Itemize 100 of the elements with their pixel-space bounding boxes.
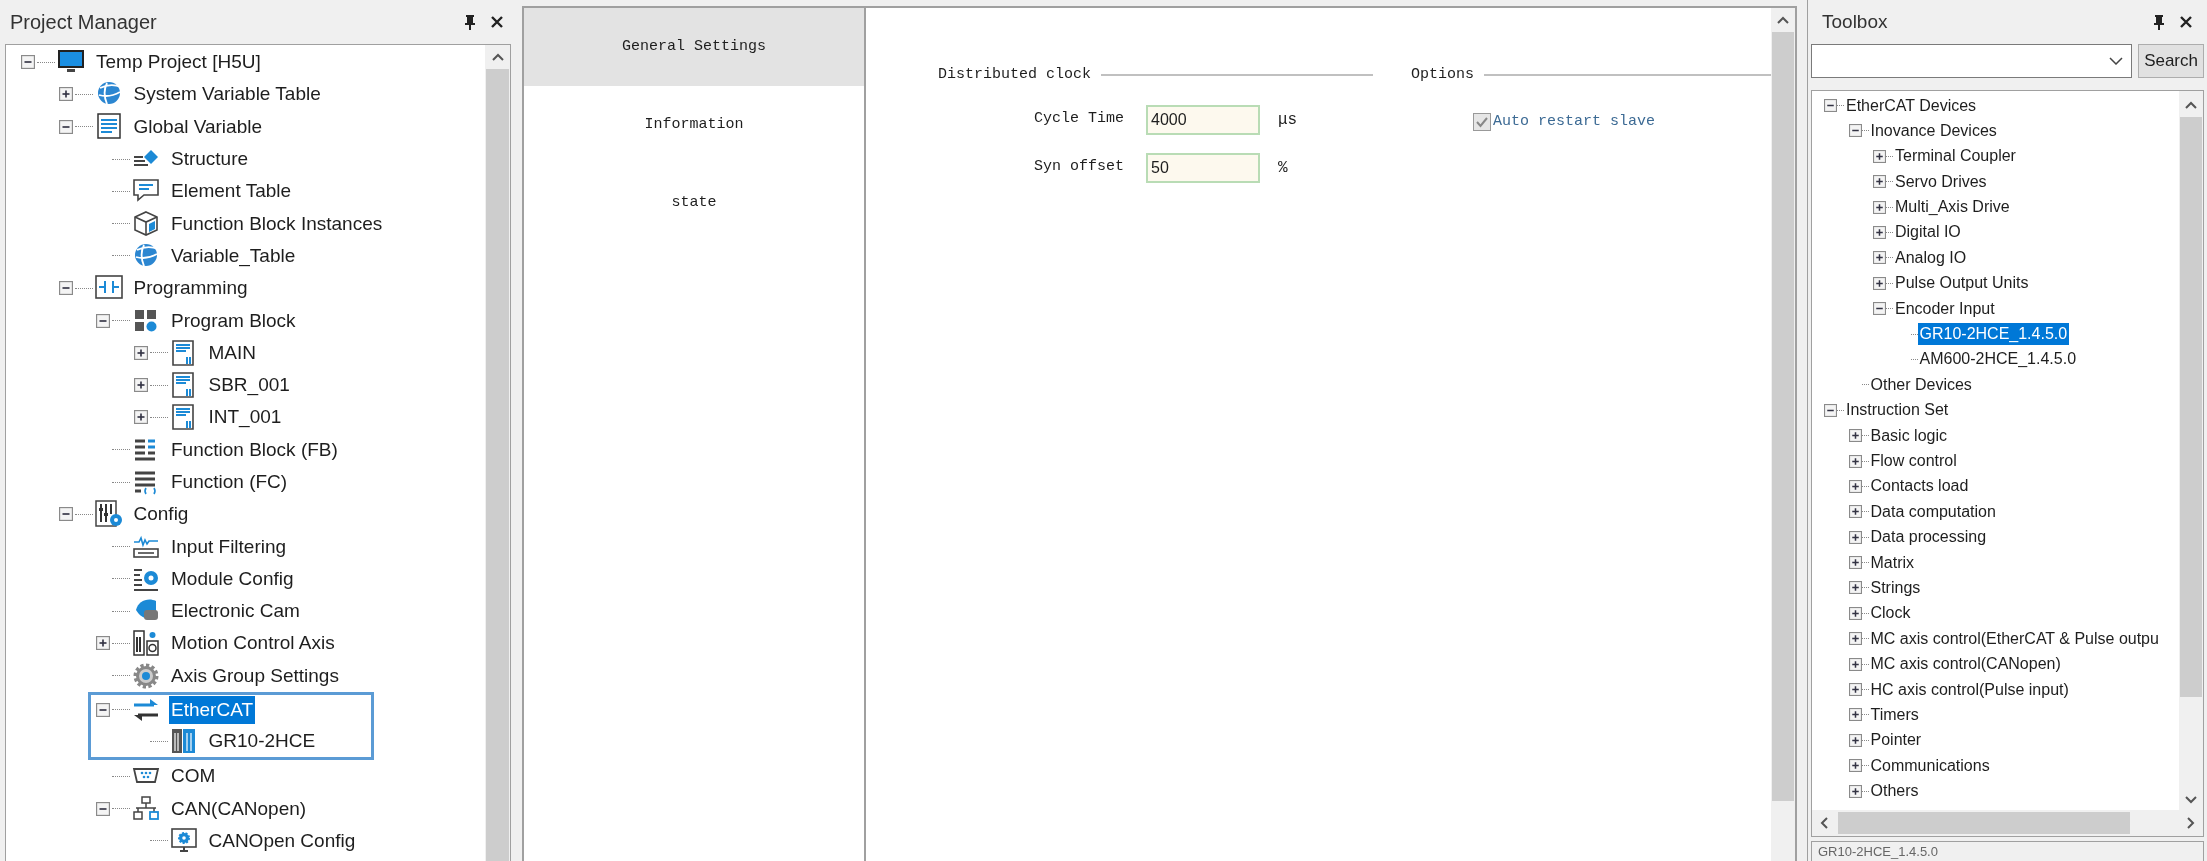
tree-item[interactable]: Instruction Set [1844,399,1951,422]
expand-toggle[interactable] [133,378,148,393]
collapse-toggle[interactable] [1824,403,1837,417]
tree-item[interactable]: Element Table [169,177,294,206]
tree-item[interactable]: Contacts load [1868,475,1971,498]
text-field[interactable]: 50 [1146,152,1260,183]
tree-item[interactable]: Timers [1868,703,1921,726]
scroll-left-icon[interactable] [1820,817,1828,830]
expand-toggle[interactable] [1848,708,1862,722]
tree-item[interactable]: Strings [1868,576,1923,599]
scrollbar-thumb[interactable] [2180,116,2202,697]
tree-item[interactable]: MC axis control(CANopen) [1868,653,2063,676]
tree-item[interactable]: Function (FC) [169,468,290,496]
expand-toggle[interactable] [1848,657,1862,671]
scroll-right-icon[interactable] [2187,817,2195,830]
expand-toggle[interactable] [133,345,148,360]
tree-item[interactable]: COM [169,762,218,791]
expand-toggle[interactable] [1873,175,1886,189]
search-button[interactable]: Search [2138,43,2204,78]
expand-toggle[interactable] [133,410,148,425]
expand-toggle[interactable] [1873,251,1886,265]
expand-toggle[interactable] [1848,556,1862,570]
tree-item[interactable]: Programming [131,274,250,303]
tree-item[interactable]: EtherCAT [169,695,255,724]
collapse-toggle[interactable] [21,55,35,70]
tree-item[interactable]: Structure [169,145,251,174]
scroll-up-icon[interactable] [491,53,504,61]
expand-toggle[interactable] [1848,454,1862,468]
search-combobox[interactable] [1811,43,2133,78]
tree-item[interactable]: Data processing [1868,526,1989,549]
expand-toggle[interactable] [1873,149,1886,163]
expand-toggle[interactable] [1848,429,1862,443]
expand-toggle[interactable] [1848,479,1862,493]
tree-item[interactable]: AM600-2HCE_1.4.5.0 [1917,348,2079,371]
expand-toggle[interactable] [1848,632,1862,646]
tree-item[interactable]: Axis Group Settings [169,661,341,690]
expand-toggle[interactable] [1848,683,1862,696]
tree-item[interactable]: Matrix [1868,551,1917,574]
text-field[interactable]: 4000 [1146,104,1260,135]
tree-item[interactable]: Module Config [169,564,296,593]
pin-icon[interactable] [464,14,476,30]
collapse-toggle[interactable] [96,313,110,328]
tree-item[interactable]: SBR_001 [206,371,292,400]
tree-item[interactable]: INT_001 [206,403,284,432]
tree-item[interactable]: Electronic Cam [169,597,302,626]
scroll-up-icon[interactable] [2185,100,2197,109]
scroll-up-icon[interactable] [1777,16,1789,24]
tree-item[interactable]: Input Filtering [169,532,289,561]
expand-toggle[interactable] [1848,733,1862,747]
tree-item[interactable]: Config [131,500,191,529]
tree-item[interactable]: Terminal Coupler [1893,145,2018,168]
expand-toggle[interactable] [1873,200,1886,214]
tree-item[interactable]: Pointer [1868,729,1924,752]
tree-item[interactable]: Others [1868,780,1921,803]
tree-item[interactable]: MAIN [206,338,258,367]
tree-item[interactable]: MC axis control(EtherCAT & Pulse outpu [1868,627,2161,650]
tree-item[interactable]: Servo Drives [1893,170,1989,193]
tree-item[interactable]: HC axis control(Pulse input) [1868,678,2071,701]
tree-item[interactable]: Other Devices [1868,373,1974,396]
tree-item[interactable]: Global Variable [131,112,264,141]
expand-toggle[interactable] [1873,226,1886,239]
tree-item[interactable]: Motion Control Axis [169,629,337,658]
horizontal-scrollbar[interactable] [1812,810,2203,837]
tree-item[interactable]: Encoder Input [1893,297,1997,320]
tree-item[interactable]: Function Block Instances [169,209,385,238]
collapse-toggle[interactable] [1848,124,1862,138]
expand-toggle[interactable] [1848,505,1862,519]
collapse-toggle[interactable] [96,801,110,816]
tree-item[interactable]: Analog IO [1893,246,1969,269]
tree-item[interactable]: Variable_Table [169,241,298,270]
tree-item[interactable]: Data computation [1868,500,1998,523]
vertical-scrollbar[interactable] [1771,8,1795,861]
pin-icon[interactable] [2153,13,2165,30]
expand-toggle[interactable] [1848,530,1862,544]
expand-toggle[interactable] [1848,759,1862,773]
collapse-toggle[interactable] [58,281,73,296]
settings-tab[interactable]: General Settings [524,8,864,86]
expand-toggle[interactable] [1848,606,1862,620]
tree-item[interactable]: GR10-2HCE [206,727,318,756]
tree-item[interactable]: System Variable Table [131,80,323,109]
scrollbar-thumb[interactable] [1772,32,1794,801]
tree-item[interactable]: EtherCAT Devices [1844,94,1979,117]
tree-item[interactable]: Pulse Output Units [1893,272,2031,295]
tree-item[interactable]: CAN(CANopen) [169,794,309,823]
dropdown-caret-icon[interactable] [2109,56,2124,65]
tree-item[interactable]: Inovance Devices [1868,119,1999,142]
scrollbar-thumb[interactable] [1838,812,2130,835]
tree-item[interactable]: CANOpen Config [206,826,358,855]
close-icon[interactable] [2179,14,2193,29]
collapse-toggle[interactable] [58,507,73,522]
tree-item[interactable]: Temp Project [H5U] [94,48,263,77]
expand-toggle[interactable] [1873,276,1886,290]
collapse-toggle[interactable] [58,119,73,134]
tree-item[interactable]: Communications [1868,754,1992,777]
tree-item[interactable]: Flow control [1868,450,1959,472]
tree-item[interactable]: Digital IO [1893,221,1963,244]
expand-toggle[interactable] [96,636,110,651]
tree-item[interactable]: Multi_Axis Drive [1893,196,2012,219]
vertical-scrollbar[interactable] [2179,90,2203,811]
collapse-toggle[interactable] [96,702,110,717]
